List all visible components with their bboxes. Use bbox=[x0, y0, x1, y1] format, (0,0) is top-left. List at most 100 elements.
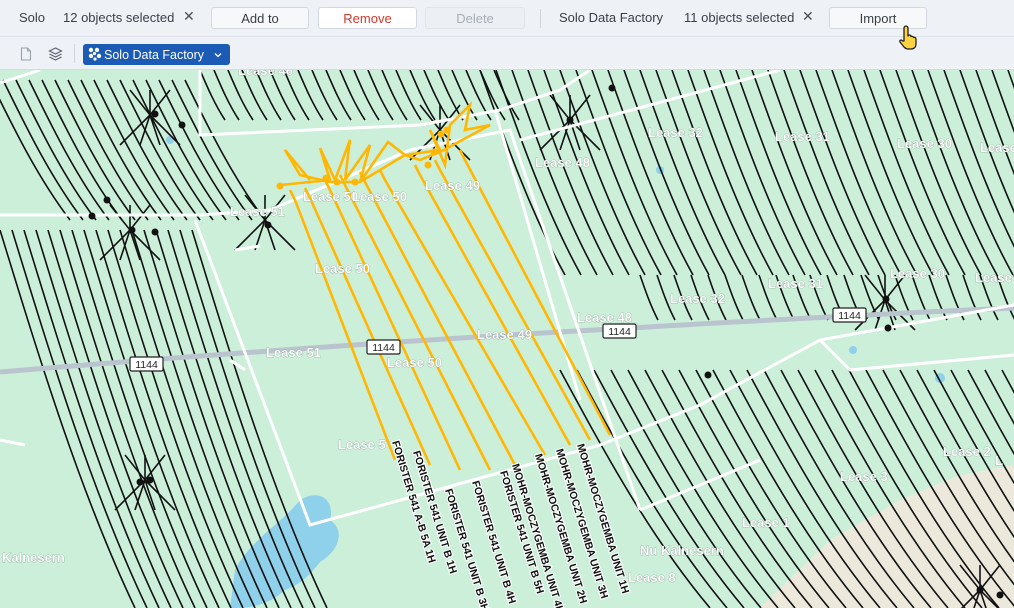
well-lateral bbox=[451, 70, 478, 121]
selected-well-head[interactable] bbox=[443, 126, 451, 134]
well-lateral bbox=[83, 229, 220, 608]
selected-well-head[interactable] bbox=[424, 161, 432, 169]
lease-label: Lease 8 bbox=[628, 570, 676, 585]
well-lateral bbox=[991, 70, 1014, 134]
subtoolbar-divider bbox=[74, 44, 75, 63]
lease-label: Lease 1 bbox=[742, 515, 790, 530]
lease-label: Lease 49 bbox=[477, 327, 532, 342]
clear-right-selection-close-icon[interactable]: ✕ bbox=[802, 8, 814, 24]
well-lateral bbox=[2, 79, 84, 221]
well-head bbox=[178, 121, 186, 129]
lease-label: Lease 51 bbox=[230, 204, 285, 219]
selected-well-lateral[interactable] bbox=[288, 189, 397, 461]
lease-label: Lease 48 bbox=[535, 155, 590, 170]
lease-label: Lease 50 bbox=[315, 261, 370, 276]
lease-label: Lease 50 bbox=[352, 189, 407, 204]
lease-label: L bbox=[995, 453, 1003, 468]
well-lateral bbox=[297, 70, 324, 121]
well-lateral bbox=[71, 229, 208, 608]
well-lateral bbox=[184, 79, 266, 221]
remove-button[interactable]: Remove bbox=[318, 7, 417, 29]
layers-icon[interactable] bbox=[46, 45, 64, 63]
well-lateral bbox=[54, 79, 136, 221]
lease-label: Lease 30 bbox=[897, 136, 952, 151]
lease-label: Lease 46 bbox=[238, 70, 293, 78]
lease-label: Lease 31 bbox=[768, 276, 823, 291]
well-lateral bbox=[409, 70, 436, 121]
well-lateral bbox=[661, 369, 813, 608]
well-head bbox=[264, 221, 272, 229]
well-head bbox=[976, 586, 984, 594]
road-shield: 1144 bbox=[129, 356, 164, 372]
well-head bbox=[151, 228, 159, 236]
well-head bbox=[608, 84, 616, 92]
delete-button[interactable]: Delete bbox=[425, 7, 525, 29]
road-shield: 1144 bbox=[366, 339, 401, 355]
lease-label: Kalnesern bbox=[2, 550, 65, 565]
well-lateral bbox=[95, 229, 232, 608]
selected-well-head[interactable] bbox=[430, 148, 438, 156]
well-lateral bbox=[47, 229, 184, 608]
left-layer-title: Solo bbox=[19, 10, 46, 25]
well-head bbox=[566, 116, 574, 124]
well-lateral bbox=[724, 274, 744, 321]
svg-text:1144: 1144 bbox=[608, 326, 631, 338]
clear-left-selection-close-icon[interactable]: ✕ bbox=[183, 8, 195, 24]
lease-label: Lease 32 bbox=[670, 291, 725, 306]
selection-toolbar: Solo 12 objects selected ✕ Add to Remove… bbox=[0, 0, 1014, 37]
selected-well-head[interactable] bbox=[351, 178, 359, 186]
data-factory-logo-icon bbox=[88, 47, 102, 64]
selected-well-lateral[interactable] bbox=[458, 149, 612, 436]
well-lateral bbox=[15, 79, 97, 221]
svg-text:1144: 1144 bbox=[838, 310, 861, 322]
pond bbox=[849, 346, 857, 354]
right-selection-count: 11 objects selected bbox=[684, 10, 795, 25]
well-lateral bbox=[741, 274, 761, 321]
map-canvas[interactable]: 1144 1144 1144 1144 Lease 46 Lease 32 Lease 3… bbox=[0, 70, 1014, 608]
lease-label: Lease bbox=[975, 270, 1012, 285]
selected-well-head[interactable] bbox=[437, 130, 445, 138]
well-lateral bbox=[639, 274, 659, 321]
lease-label: Lease 3 bbox=[840, 469, 888, 484]
svg-text:1144: 1144 bbox=[372, 342, 395, 354]
lease-label: Lease 50 bbox=[303, 189, 358, 204]
lease-label: Lease 5 bbox=[338, 437, 386, 452]
svg-text:1144: 1144 bbox=[135, 359, 158, 371]
left-selection-count: 12 objects selected bbox=[63, 10, 175, 25]
well-head bbox=[128, 226, 136, 234]
document-icon[interactable] bbox=[17, 45, 35, 63]
well-lateral bbox=[325, 70, 352, 121]
dataset-select-label: Solo Data Factory bbox=[104, 47, 205, 62]
right-layer-title: Solo Data Factory bbox=[559, 10, 664, 25]
road-shield: 1144 bbox=[832, 307, 867, 323]
lease-label: Lease 48 bbox=[577, 310, 632, 325]
well-lateral bbox=[367, 70, 394, 121]
terrain-area bbox=[760, 465, 1014, 608]
lease-label: Nu Kalnesern bbox=[640, 543, 724, 558]
lease-label: Lease 31 bbox=[775, 129, 830, 144]
dataset-select[interactable]: Solo Data Factory bbox=[83, 44, 230, 65]
toolbar-divider bbox=[540, 9, 541, 28]
well-head bbox=[996, 591, 1004, 599]
well-lateral bbox=[144, 454, 166, 481]
well-lateral bbox=[0, 98, 71, 221]
lease-label: Lease 49 bbox=[425, 178, 480, 193]
well-lateral bbox=[423, 70, 450, 121]
well-lateral bbox=[419, 104, 441, 131]
add-to-button[interactable]: Add to bbox=[211, 7, 309, 29]
lease-label: Lease 51 bbox=[266, 345, 321, 360]
well-lateral bbox=[80, 79, 162, 221]
well-lateral bbox=[119, 229, 256, 608]
well-lateral bbox=[311, 70, 338, 121]
well-lateral bbox=[59, 229, 196, 608]
well-head bbox=[704, 371, 712, 379]
well-head bbox=[88, 212, 96, 220]
selected-well-lateral[interactable] bbox=[413, 164, 572, 446]
well-head bbox=[136, 478, 144, 486]
well-head bbox=[151, 110, 159, 118]
selected-well-head[interactable] bbox=[276, 182, 284, 190]
selected-well-head[interactable] bbox=[322, 174, 330, 182]
selected-well-head[interactable] bbox=[333, 178, 341, 186]
well-lateral bbox=[199, 70, 226, 121]
selected-well-pad[interactable] bbox=[279, 101, 491, 187]
